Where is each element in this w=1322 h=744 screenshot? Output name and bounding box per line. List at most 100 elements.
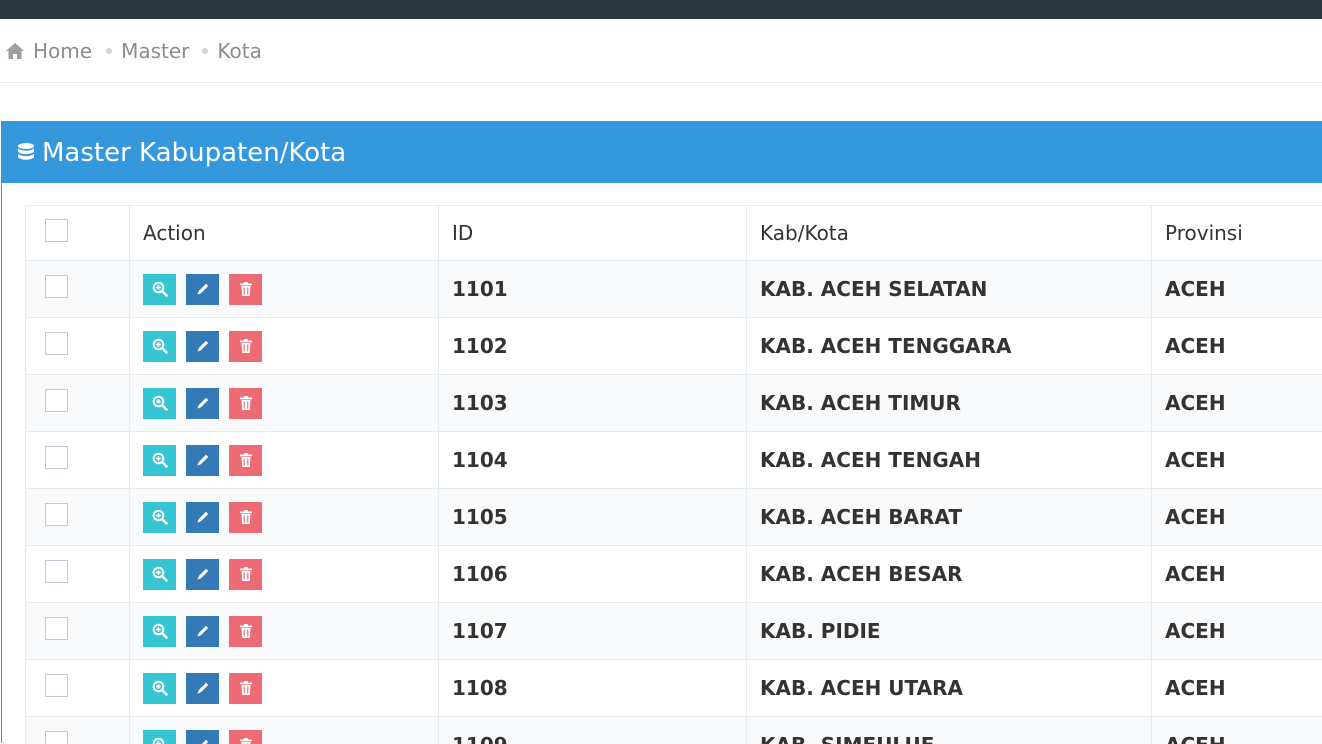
edit-button[interactable] (186, 445, 219, 476)
view-button[interactable] (143, 616, 176, 647)
portlet-title-bar: Master Kabupaten/Kota (2, 122, 1322, 183)
edit-button[interactable] (186, 331, 219, 362)
edit-button[interactable] (186, 274, 219, 305)
view-button[interactable] (143, 331, 176, 362)
header-provinsi[interactable]: Provinsi (1152, 206, 1322, 261)
table-row: 1101KAB. ACEH SELATANACEH (26, 261, 1322, 318)
row-select-cell (26, 660, 130, 717)
header-kab-kota[interactable]: Kab/Kota (747, 206, 1152, 261)
row-checkbox[interactable] (45, 731, 68, 744)
row-kab-kota: KAB. ACEH SELATAN (747, 261, 1152, 318)
row-kab-kota: KAB. ACEH BARAT (747, 489, 1152, 546)
edit-button[interactable] (186, 616, 219, 647)
edit-button[interactable] (186, 730, 219, 744)
row-select-cell (26, 432, 130, 489)
row-kab-kota: KAB. ACEH TENGAH (747, 432, 1152, 489)
breadcrumb-separator (202, 48, 208, 54)
row-action-cell (130, 375, 439, 432)
row-id: 1108 (439, 660, 747, 717)
row-kab-kota: KAB. ACEH TENGGARA (747, 318, 1152, 375)
row-id: 1104 (439, 432, 747, 489)
edit-button[interactable] (186, 502, 219, 533)
header-id[interactable]: ID (439, 206, 747, 261)
row-select-cell (26, 318, 130, 375)
edit-button[interactable] (186, 388, 219, 419)
row-provinsi: ACEH (1152, 318, 1322, 375)
delete-button[interactable] (229, 559, 262, 590)
row-action-cell (130, 432, 439, 489)
delete-button[interactable] (229, 730, 262, 744)
home-icon (5, 42, 25, 60)
top-navbar (0, 0, 1322, 19)
breadcrumb-master[interactable]: Master (121, 39, 189, 63)
view-button[interactable] (143, 388, 176, 419)
row-select-cell (26, 489, 130, 546)
delete-button[interactable] (229, 616, 262, 647)
portlet-title: Master Kabupaten/Kota (42, 138, 346, 168)
row-action-cell (130, 603, 439, 660)
delete-button[interactable] (229, 445, 262, 476)
row-checkbox[interactable] (45, 560, 68, 583)
row-provinsi: ACEH (1152, 660, 1322, 717)
row-checkbox[interactable] (45, 389, 68, 412)
row-checkbox[interactable] (45, 503, 68, 526)
row-action-cell (130, 660, 439, 717)
row-provinsi: ACEH (1152, 375, 1322, 432)
row-action-cell (130, 546, 439, 603)
edit-button[interactable] (186, 673, 219, 704)
header-select-all (26, 206, 130, 261)
delete-button[interactable] (229, 502, 262, 533)
data-table-container: Action ID Kab/Kota Provinsi 1101KAB. ACE… (25, 205, 1322, 744)
row-kab-kota: KAB. SIMEULUE (747, 717, 1152, 744)
header-action[interactable]: Action (130, 206, 439, 261)
view-button[interactable] (143, 673, 176, 704)
database-icon (16, 142, 36, 164)
breadcrumb-home[interactable]: Home (33, 39, 92, 63)
table-row: 1102KAB. ACEH TENGGARAACEH (26, 318, 1322, 375)
row-kab-kota: KAB. ACEH UTARA (747, 660, 1152, 717)
delete-button[interactable] (229, 331, 262, 362)
row-checkbox[interactable] (45, 674, 68, 697)
view-button[interactable] (143, 559, 176, 590)
delete-button[interactable] (229, 274, 262, 305)
breadcrumb-kota: Kota (217, 39, 261, 63)
row-kab-kota: KAB. ACEH BESAR (747, 546, 1152, 603)
edit-button[interactable] (186, 559, 219, 590)
row-select-cell (26, 717, 130, 744)
table-header-row: Action ID Kab/Kota Provinsi (26, 206, 1322, 261)
table-row: 1109KAB. SIMEULUEACEH (26, 717, 1322, 744)
row-id: 1105 (439, 489, 747, 546)
breadcrumb-separator (106, 48, 112, 54)
portlet: Master Kabupaten/Kota Action ID Kab/Kota… (1, 121, 1322, 743)
row-id: 1103 (439, 375, 747, 432)
row-action-cell (130, 717, 439, 744)
row-provinsi: ACEH (1152, 546, 1322, 603)
row-id: 1109 (439, 717, 747, 744)
row-checkbox[interactable] (45, 446, 68, 469)
row-provinsi: ACEH (1152, 603, 1322, 660)
table-row: 1105KAB. ACEH BARATACEH (26, 489, 1322, 546)
row-id: 1102 (439, 318, 747, 375)
row-provinsi: ACEH (1152, 432, 1322, 489)
row-action-cell (130, 318, 439, 375)
delete-button[interactable] (229, 673, 262, 704)
row-select-cell (26, 546, 130, 603)
row-provinsi: ACEH (1152, 489, 1322, 546)
view-button[interactable] (143, 502, 176, 533)
row-checkbox[interactable] (45, 617, 68, 640)
row-action-cell (130, 261, 439, 318)
view-button[interactable] (143, 445, 176, 476)
row-kab-kota: KAB. ACEH TIMUR (747, 375, 1152, 432)
data-table: Action ID Kab/Kota Provinsi 1101KAB. ACE… (25, 205, 1322, 744)
row-kab-kota: KAB. PIDIE (747, 603, 1152, 660)
row-id: 1101 (439, 261, 747, 318)
breadcrumb: Home Master Kota (0, 19, 1322, 83)
row-checkbox[interactable] (45, 275, 68, 298)
row-checkbox[interactable] (45, 332, 68, 355)
row-select-cell (26, 261, 130, 318)
delete-button[interactable] (229, 388, 262, 419)
select-all-checkbox[interactable] (45, 219, 68, 242)
view-button[interactable] (143, 730, 176, 744)
row-id: 1107 (439, 603, 747, 660)
view-button[interactable] (143, 274, 176, 305)
